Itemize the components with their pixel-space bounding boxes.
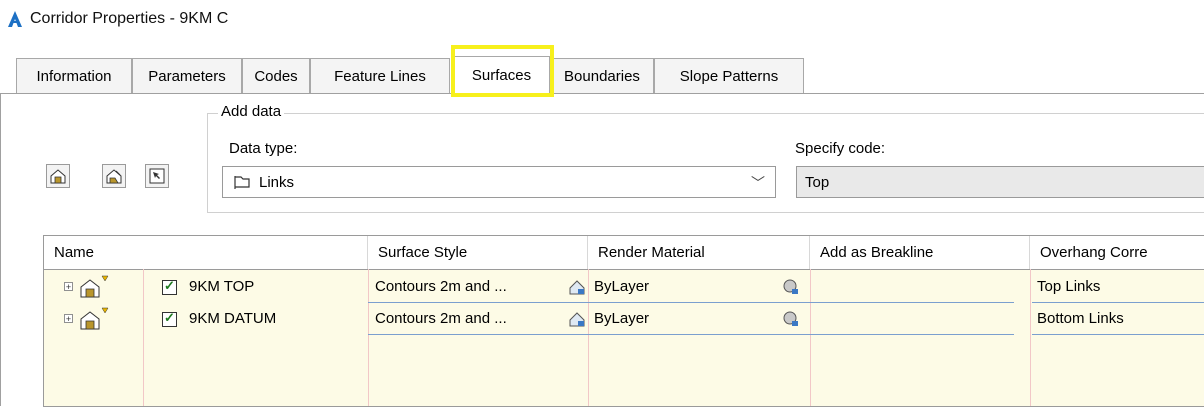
column-header-add-as-breakline[interactable]: Add as Breakline (810, 236, 1030, 269)
expand-icon[interactable]: + (64, 314, 73, 324)
pick-object-button[interactable] (145, 164, 169, 188)
render-material-cell[interactable]: ByLayer (594, 310, 649, 327)
row-divider (368, 334, 1014, 335)
expand-icon[interactable]: + (64, 282, 73, 292)
add-surface-item-icon (106, 169, 122, 184)
specify-code-value: Top (805, 173, 830, 191)
window-title: Corridor Properties - 9KM C (30, 10, 229, 27)
surface-name[interactable]: 9KM DATUM (189, 310, 276, 327)
row-divider (1032, 334, 1204, 335)
row-checkbox[interactable]: ✓ (162, 310, 177, 327)
column-header-surface-style[interactable]: Surface Style (368, 236, 588, 269)
pick-object-icon (149, 168, 165, 184)
material-picker-icon[interactable] (782, 310, 800, 328)
title-bar: Corridor Properties - 9KM C (8, 4, 228, 34)
column-header-render-material[interactable]: Render Material (588, 236, 810, 269)
checkmark-icon: ✓ (164, 278, 175, 293)
surface-style-cell[interactable]: Contours 2m and ... (375, 310, 507, 327)
style-picker-icon[interactable] (568, 310, 586, 328)
surface-name[interactable]: 9KM TOP (189, 278, 254, 295)
render-material-cell[interactable]: ByLayer (594, 278, 649, 295)
add-surface-item-button[interactable] (102, 164, 126, 188)
autodesk-logo-icon (8, 11, 22, 27)
surfaces-grid: Name Surface Style Render Material Add a… (43, 235, 1204, 407)
row-divider (1032, 302, 1204, 303)
data-type-label: Data type: (229, 140, 298, 157)
create-surface-button[interactable] (46, 164, 70, 188)
tab-parameters[interactable]: Parameters (132, 58, 242, 93)
overhang-cell[interactable]: Bottom Links (1037, 310, 1124, 327)
links-icon (234, 176, 250, 189)
row-divider (368, 302, 1014, 303)
overhang-cell[interactable]: Top Links (1037, 278, 1100, 295)
surface-icon (80, 275, 109, 298)
create-surface-icon (50, 169, 66, 184)
surface-icon (80, 307, 109, 330)
column-header-overhang[interactable]: Overhang Corre (1030, 236, 1204, 269)
tab-information[interactable]: Information (16, 58, 132, 93)
table-row[interactable]: + ✓ 9KM TOP Contours 2m and ... ByLayer … (44, 272, 1204, 302)
column-header-name[interactable]: Name (44, 236, 368, 269)
surface-style-cell[interactable]: Contours 2m and ... (375, 278, 507, 295)
tab-boundaries[interactable]: Boundaries (550, 58, 654, 93)
specify-code-field[interactable]: Top (796, 166, 1204, 198)
add-data-group (207, 113, 1204, 213)
style-picker-icon[interactable] (568, 278, 586, 296)
tab-codes[interactable]: Codes (242, 58, 310, 93)
tab-feature-lines[interactable]: Feature Lines (310, 58, 450, 93)
checkmark-icon: ✓ (164, 310, 175, 325)
row-checkbox[interactable]: ✓ (162, 278, 177, 295)
chevron-down-icon: ﹀ (751, 175, 765, 191)
tab-slope-patterns[interactable]: Slope Patterns (654, 58, 804, 93)
data-type-dropdown[interactable]: Links ﹀ (222, 166, 776, 198)
data-type-value: Links (259, 173, 295, 191)
material-picker-icon[interactable] (782, 278, 800, 296)
grid-header: Name Surface Style Render Material Add a… (44, 236, 1204, 270)
highlight-box (451, 45, 554, 97)
specify-code-label: Specify code: (795, 140, 886, 157)
add-data-label: Add data (218, 103, 285, 120)
table-row[interactable]: + ✓ 9KM DATUM Contours 2m and ... ByLaye… (44, 304, 1204, 334)
